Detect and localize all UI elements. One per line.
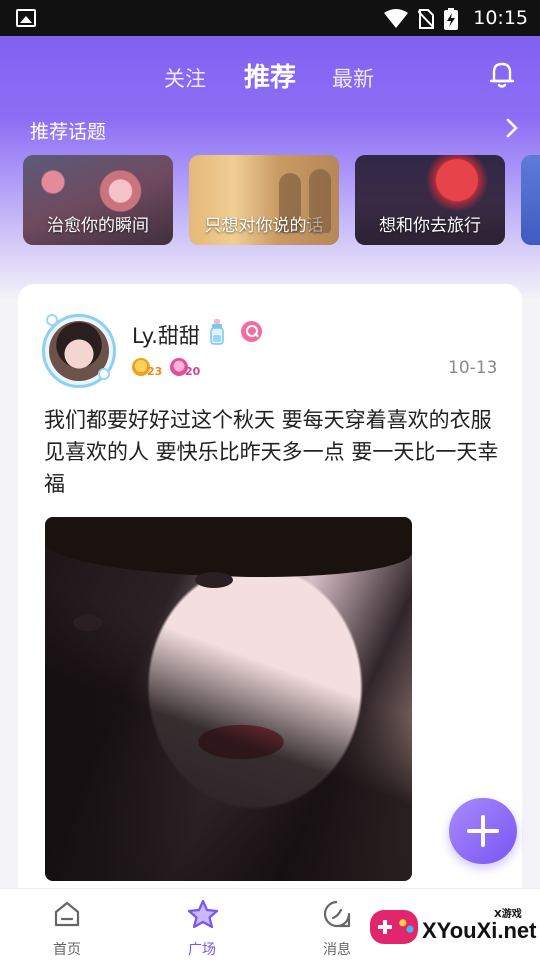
topic-card[interactable]: 想和你去旅行 bbox=[355, 155, 505, 245]
battery-charging-icon bbox=[444, 8, 458, 30]
tab-recommend[interactable]: 推荐 bbox=[244, 57, 296, 94]
message-icon bbox=[323, 900, 351, 928]
baby-bottle-icon bbox=[210, 319, 224, 345]
status-icons bbox=[384, 8, 458, 30]
nav-home[interactable]: 首页 bbox=[17, 889, 117, 960]
nav-home-label: 首页 bbox=[53, 942, 81, 958]
topic-label: 想和你去旅行 bbox=[379, 216, 481, 236]
post-text: 我们都要好好过这个秋天 要每天穿着喜欢的衣服见喜欢的人 要快乐比昨天多一点 要一… bbox=[44, 408, 499, 496]
gamepad-buttons-icon bbox=[398, 918, 414, 934]
status-bar: 10:15 bbox=[0, 0, 540, 36]
charm-badge-value: 20 bbox=[185, 364, 201, 378]
wifi-icon bbox=[384, 9, 408, 28]
tab-follow[interactable]: 关注 bbox=[164, 63, 206, 93]
header-background bbox=[0, 0, 540, 300]
photo-detail bbox=[195, 572, 233, 588]
watermark: X游戏 XYouXi.net bbox=[370, 900, 540, 956]
charm-badge: 20 bbox=[170, 356, 200, 378]
nav-square[interactable]: 广场 bbox=[152, 889, 252, 960]
topic-card-partial[interactable] bbox=[521, 155, 540, 245]
home-icon bbox=[54, 901, 80, 927]
photo-detail bbox=[73, 615, 103, 631]
feed-tabs: 关注 推荐 最新 bbox=[0, 55, 540, 95]
add-post-button[interactable] bbox=[449, 798, 517, 864]
post-date: 10-13 bbox=[448, 358, 498, 378]
nav-square-label: 广场 bbox=[188, 942, 216, 958]
bell-icon[interactable] bbox=[486, 58, 518, 90]
topic-label: 只想对你说的话 bbox=[204, 216, 324, 236]
plus-icon-stroke bbox=[481, 815, 485, 847]
topics-title: 推荐话题 bbox=[30, 121, 107, 143]
avatar[interactable] bbox=[40, 312, 120, 390]
topic-card[interactable]: 治愈你的瞬间 bbox=[23, 155, 173, 245]
flower-icon bbox=[46, 314, 58, 326]
flower-icon bbox=[98, 368, 110, 380]
watermark-brand: XYouXi.net bbox=[422, 918, 537, 943]
no-sim-icon bbox=[418, 9, 434, 29]
clock: 10:15 bbox=[473, 7, 528, 29]
search-badge-icon bbox=[241, 321, 262, 342]
star-nav-icon bbox=[187, 899, 219, 929]
post-username[interactable]: Ly.甜甜 bbox=[132, 320, 200, 350]
chevron-right-icon[interactable] bbox=[502, 116, 522, 140]
level-badge-value: 23 bbox=[147, 364, 163, 378]
tab-latest[interactable]: 最新 bbox=[332, 63, 374, 93]
topic-label: 治愈你的瞬间 bbox=[47, 216, 149, 236]
post-image[interactable] bbox=[45, 517, 412, 881]
level-badge: 23 bbox=[132, 356, 162, 378]
topic-card[interactable]: 只想对你说的话 bbox=[189, 155, 339, 245]
gallery-icon bbox=[16, 9, 36, 27]
